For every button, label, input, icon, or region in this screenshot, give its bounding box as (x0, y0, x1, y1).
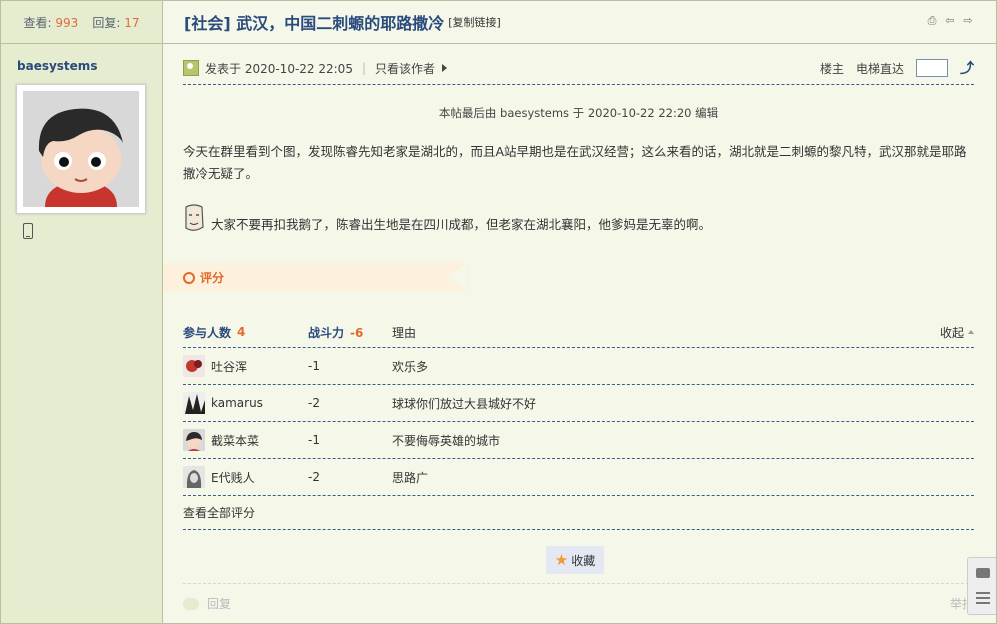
star-icon: ★ (554, 551, 569, 569)
previous-thread-icon[interactable]: ⇦ (944, 15, 956, 27)
thread-title[interactable]: [社会] 武汉，中国二刺螈的耶路撒冷 (184, 10, 444, 34)
favorite-label: 收藏 (571, 553, 596, 568)
meta-separator: | (361, 61, 366, 75)
views-label: 查看: (23, 15, 52, 30)
floating-toolbar (967, 557, 996, 615)
copy-link-button[interactable]: [复制链接] (448, 14, 501, 30)
rater-score: -1 (308, 359, 320, 373)
rating-row: E代贱人 -2 思路广 (183, 459, 974, 496)
arrow-right-icon (442, 64, 448, 72)
rating-row: kamarus -2 球球你们放过大县城好不好 (183, 385, 974, 422)
rating-row: 截菜本菜 -1 不要侮辱英雄的城市 (183, 422, 974, 459)
rater-reason: 球球你们放过大县城好不好 (392, 396, 537, 411)
collapse-label: 收起 (939, 325, 964, 340)
thread-title-bar: [社会] 武汉，中国二刺螈的耶路撒冷 [复制链接] ⎙ ⇦ ⇨ (163, 1, 996, 44)
author-sidebar: 查看: 993 回复: 17 baesystems (1, 1, 163, 623)
rater-score: -1 (308, 433, 320, 447)
rater-name[interactable]: kamarus (211, 396, 263, 410)
author-only-link[interactable]: 只看该作者 (375, 60, 435, 77)
chevron-up-icon (968, 330, 974, 334)
view-all-ratings-link[interactable]: 查看全部评分 (183, 496, 974, 530)
reply-bubble-icon (183, 597, 199, 610)
author-name-link[interactable]: baesystems (17, 59, 97, 73)
list-icon[interactable] (976, 592, 990, 604)
rater-avatar[interactable] (183, 466, 205, 488)
view-all-ratings-label: 查看全部评分 (183, 506, 256, 520)
floor-label: 楼主 (819, 61, 844, 76)
chat-icon[interactable] (976, 568, 990, 578)
meta-divider (183, 84, 974, 85)
rater-avatar[interactable] (183, 392, 205, 414)
avatar-image (23, 91, 139, 207)
rating-table-header: 参与人数 4 战斗力 -6 理由 收起 (183, 317, 974, 348)
views-stat: 查看: 993 (24, 14, 79, 31)
rater-score: -2 (308, 470, 320, 484)
rater-reason: 思路广 (392, 470, 429, 485)
rating-row: 吐谷浑 -1 欢乐多 (183, 348, 974, 385)
post-time: 发表于 2020-10-22 22:05 (205, 61, 353, 76)
rater-name[interactable]: E代贱人 (211, 469, 255, 486)
rating-bar-notch (446, 263, 468, 291)
favorite-button[interactable]: ★ 收藏 (546, 546, 604, 574)
reason-label: 理由 (392, 325, 417, 340)
post-paragraph-2: 大家不要再扣我鹅了，陈睿出生地是在四川成都，但老家在湖北襄阳，他爹妈是无辜的啊。 (211, 217, 712, 232)
footer-divider (183, 583, 974, 584)
views-count: 993 (55, 15, 79, 30)
replies-label: 回复: (92, 15, 121, 30)
rater-name[interactable]: 吐谷浑 (211, 358, 247, 375)
collapse-ratings-button[interactable]: 收起 (940, 324, 974, 341)
rating-label-text: 评分 (200, 271, 225, 285)
rater-reason: 欢乐多 (392, 359, 429, 374)
rater-name[interactable]: 截菜本菜 (211, 432, 259, 449)
sweat-face-emoticon-icon (183, 203, 205, 233)
rater-avatar[interactable] (183, 429, 205, 451)
edit-note: 本帖最后由 baesystems 于 2020-10-22 22:20 编辑 (438, 106, 719, 120)
participants-count: 4 (237, 325, 246, 339)
author-avatar[interactable] (16, 84, 146, 214)
post-meta: 发表于 2020-10-22 22:05 | 只看该作者 楼主 电梯直达 ⤴ (183, 59, 974, 77)
post-main: [社会] 武汉，中国二刺螈的耶路撒冷 [复制链接] ⎙ ⇦ ⇨ 发表于 2020… (163, 1, 996, 623)
rating-label: 评分 (183, 269, 224, 286)
forum-post-frame: 查看: 993 回复: 17 baesystems [社会] 武汉，中国二刺螈的… (0, 0, 997, 624)
post-paragraph-2-row: 大家不要再扣我鹅了，陈睿出生地是在四川成都，但老家在湖北襄阳，他爹妈是无辜的啊。 (183, 203, 711, 233)
participants-label: 参与人数 (183, 325, 232, 340)
online-status-icon (183, 60, 199, 76)
floor-number-input[interactable] (916, 59, 948, 77)
post-paragraph-1: 今天在群里看到个图，发现陈睿先知老家是湖北的，而且A站早期也是在武汉经营；这么来… (183, 144, 967, 181)
replies-count: 17 (124, 15, 140, 30)
jump-to-floor-label: 电梯直达 (855, 61, 904, 76)
thread-stats: 查看: 993 回复: 17 (1, 1, 162, 44)
rater-avatar[interactable] (183, 355, 205, 377)
replies-stat: 回复: 17 (92, 14, 139, 31)
rater-reason: 不要侮辱英雄的城市 (392, 433, 501, 448)
reply-button[interactable]: 回复 (183, 595, 231, 612)
next-thread-icon[interactable]: ⇨ (962, 15, 974, 27)
reply-label: 回复 (207, 597, 232, 611)
rater-score: -2 (308, 396, 320, 410)
print-icon[interactable]: ⎙ (926, 15, 938, 27)
rating-ring-icon (183, 271, 195, 284)
mobile-phone-icon (23, 223, 33, 239)
go-arrow-icon[interactable]: ⤴ (960, 58, 974, 78)
rating-table: 参与人数 4 战斗力 -6 理由 收起 吐谷浑 -1 欢乐多 kamarus -2 (183, 317, 974, 530)
score-total: -6 (350, 325, 364, 340)
score-label: 战斗力 (308, 325, 345, 340)
